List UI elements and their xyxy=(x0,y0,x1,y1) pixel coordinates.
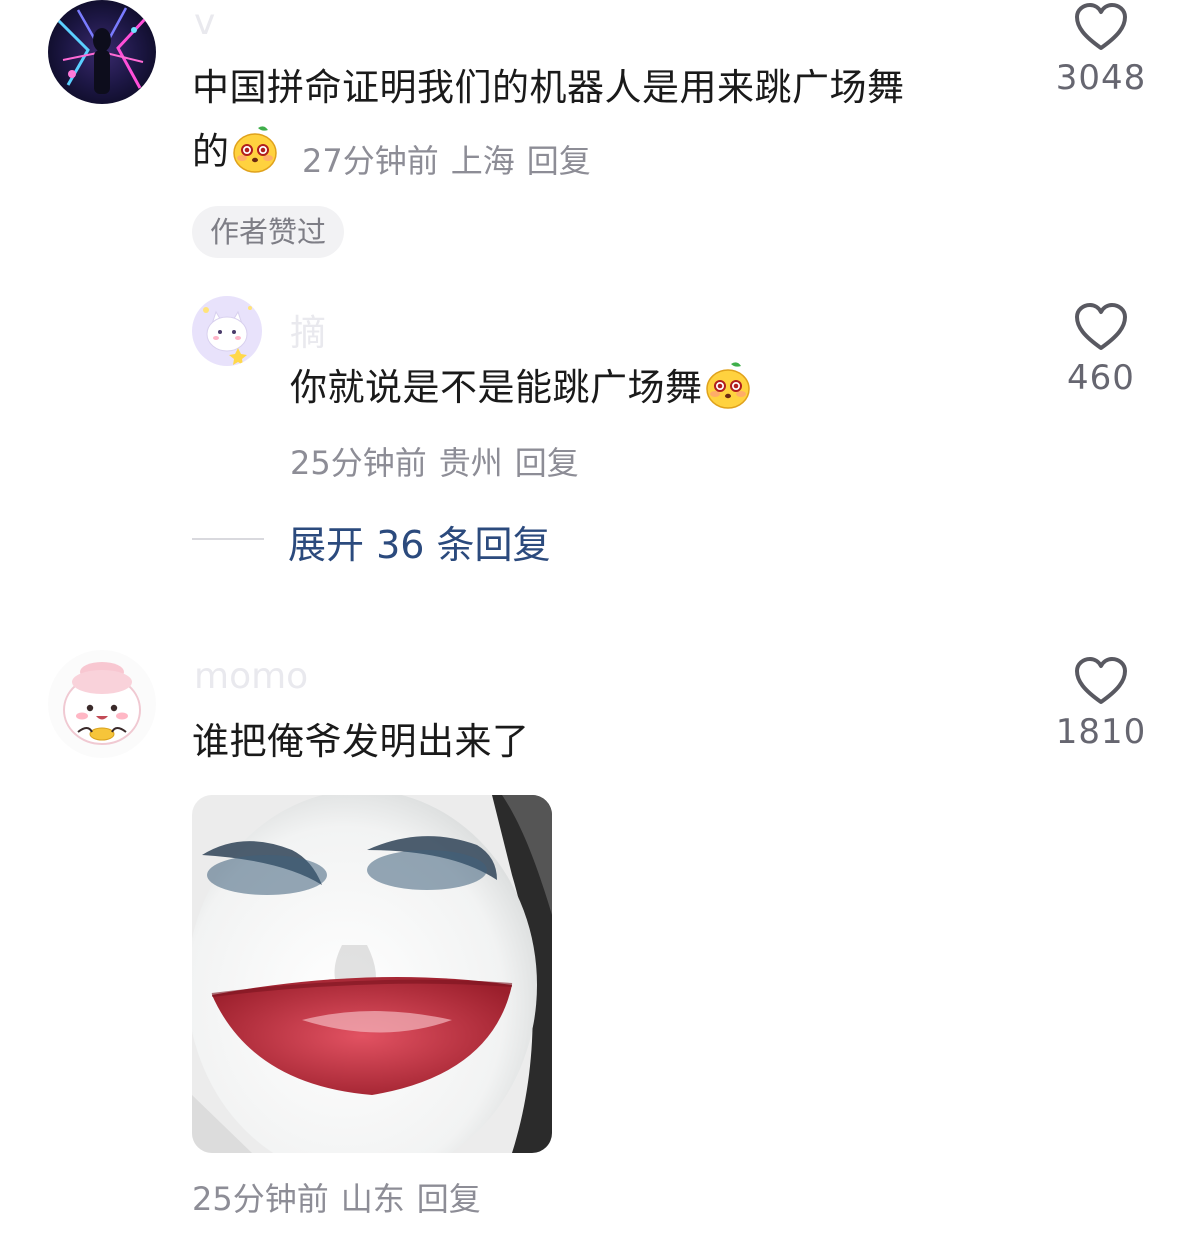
peach-bun-avatar-icon xyxy=(48,650,156,758)
like-count: 3048 xyxy=(1055,58,1147,98)
expand-replies-button[interactable]: 展开 36 条回复 xyxy=(288,514,551,569)
comment-text: 你就说是不是能跳广场舞 xyxy=(290,356,990,420)
comment-location: 上海 xyxy=(450,142,515,180)
comment-location: 山东 xyxy=(340,1180,405,1218)
reply-button[interactable]: 回复 xyxy=(417,1180,481,1218)
comment-meta: 25分钟前 贵州 回复 xyxy=(290,438,591,484)
mango-face-emoji-icon xyxy=(703,360,753,410)
reply-button[interactable]: 回复 xyxy=(515,444,579,482)
comment-meta: 27分钟前 上海 回复 xyxy=(302,136,603,182)
like-button[interactable]: 3048 xyxy=(1046,2,1156,98)
comment-location: 贵州 xyxy=(438,444,503,482)
expand-divider xyxy=(192,538,264,540)
comment-text-line: 中国拼命证明我们的机器人是用来跳广场舞 xyxy=(192,66,905,109)
heart-outline-icon xyxy=(1075,657,1127,704)
heart-outline-icon xyxy=(1075,3,1127,50)
neon-figure-avatar-icon xyxy=(48,0,156,104)
avatar[interactable] xyxy=(48,0,156,104)
avatar[interactable] xyxy=(48,650,156,758)
username[interactable]: momo xyxy=(194,656,308,697)
author-liked-badge: 作者赞过 xyxy=(192,206,345,258)
avatar[interactable] xyxy=(192,296,262,366)
like-count: 460 xyxy=(1067,358,1135,398)
heart-outline-icon xyxy=(1075,303,1127,350)
comment-time: 27分钟前 xyxy=(302,142,439,180)
mango-face-emoji-icon xyxy=(230,124,280,174)
comment-time: 25分钟前 xyxy=(192,1180,329,1218)
comment-text: 谁把俺爷发明出来了 xyxy=(192,720,530,763)
username[interactable]: 摘 xyxy=(290,304,326,356)
comment-text-line: 你就说是不是能跳广场舞 xyxy=(290,366,703,409)
comment-meta: 25分钟前 山东 回复 xyxy=(192,1174,493,1220)
clown-face-sticker-image[interactable] xyxy=(192,795,552,1153)
cat-star-avatar-icon xyxy=(192,296,262,366)
comment-time: 25分钟前 xyxy=(290,444,427,482)
like-count: 1810 xyxy=(1055,712,1147,752)
comment-text-tail: 的 xyxy=(192,130,230,173)
like-button[interactable]: 1810 xyxy=(1046,656,1156,752)
reply-button[interactable]: 回复 xyxy=(527,142,591,180)
username[interactable]: v xyxy=(194,2,215,43)
comment-list: v 中国拼命证明我们的机器人是用来跳广场舞 的 27分钟前 上海 回复 作者赞过 3… xyxy=(0,0,1179,1241)
like-button[interactable]: 460 xyxy=(1046,302,1156,398)
